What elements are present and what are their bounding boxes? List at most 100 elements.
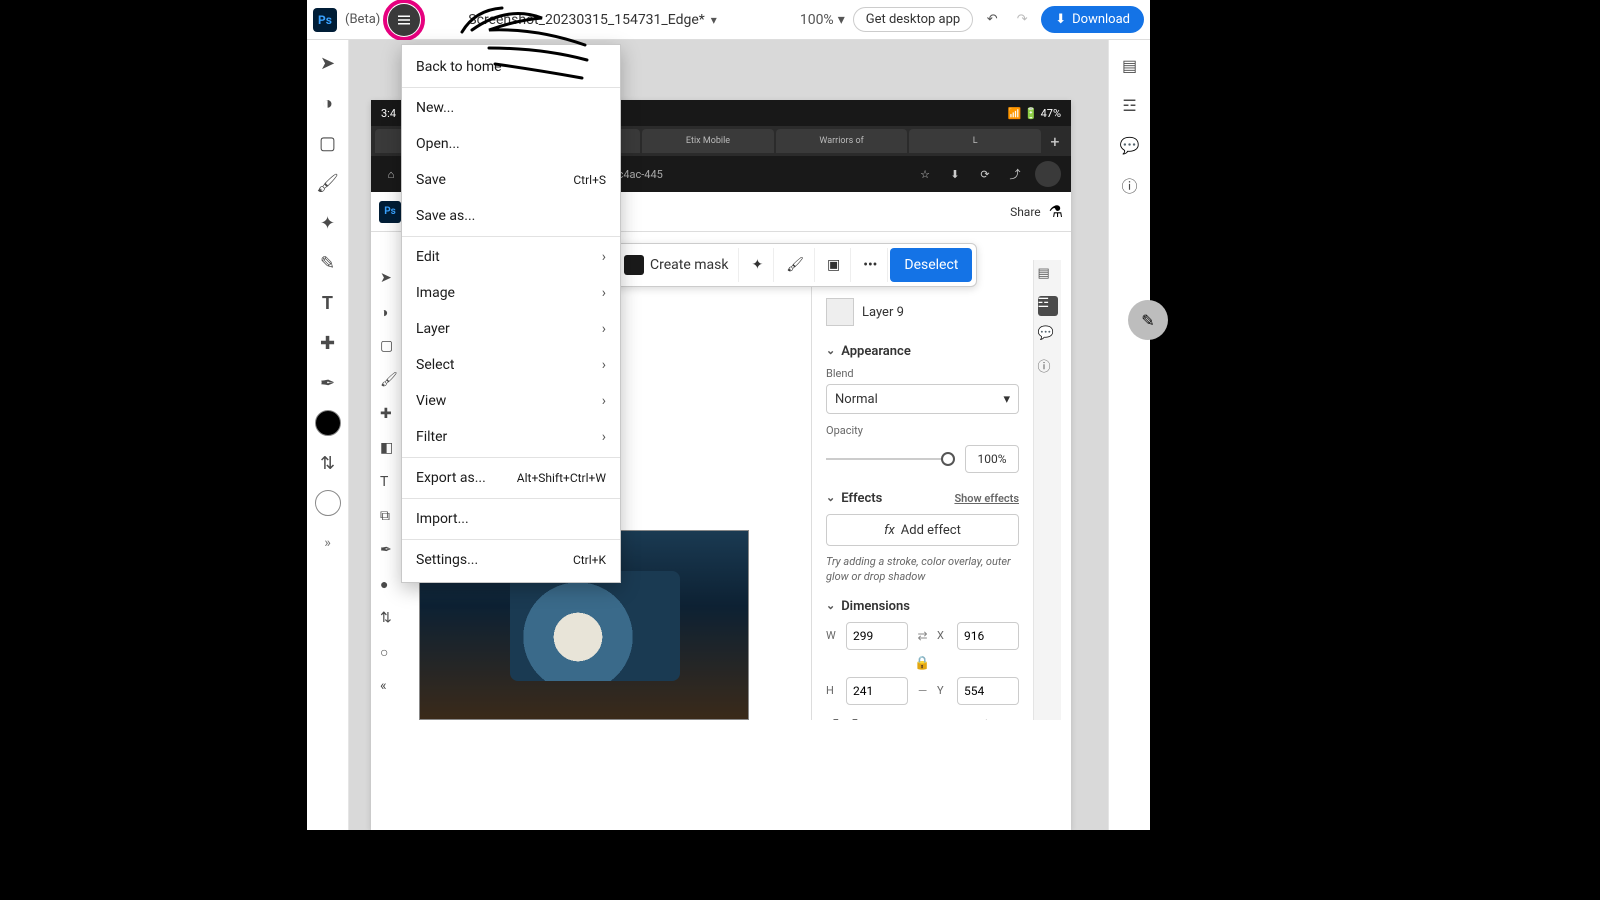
menu-select[interactable]: Select [402, 347, 620, 383]
nested-bg-swatch[interactable]: ○ [380, 644, 400, 664]
layers-panel-icon[interactable]: ▤ [1119, 54, 1141, 76]
width-input[interactable] [846, 622, 908, 650]
layers-icon[interactable]: ▤ [1038, 266, 1058, 286]
share-icon[interactable]: ⤴ [1005, 164, 1025, 184]
spot-heal-tool[interactable]: ✚ [315, 330, 341, 356]
browser-tab[interactable]: Etix Mobile [642, 129, 774, 153]
type-tool[interactable]: T [315, 290, 341, 316]
foreground-swatch[interactable] [315, 410, 341, 436]
header-bar: Ps (Beta) Screenshot_20230315_154731_Edg… [307, 0, 1150, 40]
menu-edit[interactable]: Edit [402, 239, 620, 275]
sel-more-button[interactable]: ••• [853, 248, 888, 282]
comments-icon[interactable]: 💬 [1038, 326, 1058, 346]
floating-edit-button[interactable]: ✎ [1128, 300, 1168, 340]
new-tab-button[interactable]: + [1043, 129, 1067, 153]
file-dropdown-menu: Back to home New... Open... SaveCtrl+S S… [401, 44, 621, 583]
comments-panel-icon[interactable]: 💬 [1119, 134, 1141, 156]
get-desktop-app-button[interactable]: Get desktop app [853, 7, 974, 32]
nested-collapse-button[interactable]: « [380, 678, 400, 698]
effects-section-header[interactable]: Effects Show effects [826, 491, 1019, 506]
pencil-tool[interactable]: ✎ [315, 250, 341, 276]
nested-swap-tool[interactable]: ⇅ [380, 610, 400, 630]
nested-crop-tool[interactable]: ⧉ [380, 508, 400, 528]
eyedropper-tool[interactable]: ✒ [315, 370, 341, 396]
lock-aspect-icon[interactable]: 🔒 [826, 656, 1019, 671]
share-button[interactable]: Share [1010, 205, 1041, 219]
create-mask-button[interactable]: Create mask [614, 248, 739, 282]
menu-save[interactable]: SaveCtrl+S [402, 162, 620, 198]
menu-new[interactable]: New... [402, 90, 620, 126]
flip-h-icon[interactable]: ⇋ [982, 715, 995, 720]
x-input[interactable] [957, 622, 1019, 650]
sel-action-image[interactable]: ▣ [817, 248, 851, 282]
home-icon[interactable]: ⌂ [381, 164, 401, 184]
swap-swatch-tool[interactable]: ⇅ [315, 450, 341, 476]
brush-tool[interactable]: 🖌 [315, 170, 341, 196]
hamburger-menu-button[interactable] [388, 4, 420, 36]
nested-heal-tool[interactable]: ✚ [380, 406, 400, 426]
menu-settings[interactable]: Settings...Ctrl+K [402, 542, 620, 578]
dimensions-section-header[interactable]: Dimensions [826, 599, 1019, 614]
menu-import[interactable]: Import... [402, 501, 620, 537]
reload-icon[interactable]: ⟳ [975, 164, 995, 184]
menu-open[interactable]: Open... [402, 126, 620, 162]
show-effects-link[interactable]: Show effects [954, 492, 1019, 505]
browser-tab[interactable]: Warriors of [776, 129, 908, 153]
info-icon[interactable]: ⓘ [1038, 356, 1058, 376]
nested-type-tool[interactable]: T [380, 474, 400, 494]
nested-fg-swatch[interactable]: ● [380, 576, 400, 596]
menu-export-as[interactable]: Export as...Alt+Shift+Ctrl+W [402, 460, 620, 496]
nested-move-tool[interactable]: ➤ [380, 270, 400, 290]
opacity-value-input[interactable]: 100% [965, 445, 1019, 473]
browser-tab[interactable]: L [909, 129, 1041, 153]
ai-sparkle-tool[interactable]: ✦ [315, 210, 341, 236]
sel-action-1[interactable]: ✦ [741, 248, 774, 282]
height-input[interactable] [846, 677, 908, 705]
redo-button[interactable]: ↷ [1011, 9, 1033, 31]
object-select-tool[interactable]: ◑ [315, 90, 341, 116]
nested-panel-rail: ▤ ☲ 💬 ⓘ [1033, 260, 1061, 720]
sel-action-brush[interactable]: 🖌 [776, 248, 815, 282]
zoom-dropdown[interactable]: 100%▾ [800, 12, 845, 28]
download-icon[interactable]: ⬇ [945, 164, 965, 184]
flip-v-icon[interactable]: ⧖ [1008, 715, 1019, 720]
menu-filter[interactable]: Filter [402, 419, 620, 455]
info-panel-icon[interactable]: ⓘ [1119, 174, 1141, 196]
beaker-icon[interactable]: ⚗ [1049, 202, 1063, 221]
background-swatch[interactable] [315, 490, 341, 516]
ps-logo: Ps [313, 8, 337, 32]
more-icon[interactable] [1035, 161, 1061, 187]
undo-button[interactable]: ↶ [981, 9, 1003, 31]
appearance-section-header[interactable]: Appearance [826, 344, 1019, 359]
menu-image[interactable]: Image [402, 275, 620, 311]
expand-toolbar-button[interactable]: » [315, 530, 341, 556]
nested-eraser-tool[interactable]: ◧ [380, 440, 400, 460]
star-icon[interactable]: ☆ [915, 164, 935, 184]
menu-save-as[interactable]: Save as... [402, 198, 620, 234]
ps-logo-mini: Ps [379, 201, 401, 223]
nested-select-tool[interactable]: ◑ [380, 304, 400, 324]
nested-eyedrop-tool[interactable]: ✒ [380, 542, 400, 562]
download-button[interactable]: ⬇ Download [1041, 6, 1144, 33]
document-title-dropdown[interactable]: Screenshot_20230315_154731_Edge* [468, 12, 717, 28]
deselect-button[interactable]: Deselect [890, 248, 972, 282]
menu-layer[interactable]: Layer [402, 311, 620, 347]
y-input[interactable] [957, 677, 1019, 705]
mask-icon [624, 255, 644, 275]
menu-back-to-home[interactable]: Back to home [402, 49, 620, 85]
nested-marquee-tool[interactable]: ▢ [380, 338, 400, 358]
nested-brush-tool[interactable]: 🖌 [380, 372, 400, 392]
effects-hint: Try adding a stroke, color overlay, oute… [826, 554, 1019, 585]
properties-icon[interactable]: ☲ [1038, 296, 1058, 316]
opacity-slider[interactable] [826, 458, 955, 460]
marquee-tool[interactable]: ▢ [315, 130, 341, 156]
menu-view[interactable]: View [402, 383, 620, 419]
link-wh-icon[interactable]: ⇄ [914, 629, 931, 643]
layer-thumbnail[interactable] [826, 298, 854, 326]
blend-mode-select[interactable]: Normal▾ [826, 384, 1019, 414]
adjustments-panel-icon[interactable]: ☲ [1119, 94, 1141, 116]
move-tool[interactable]: ➤ [315, 50, 341, 76]
rotate-ccw-icon[interactable]: ↺ [826, 715, 839, 720]
add-effect-button[interactable]: fxAdd effect [826, 514, 1019, 546]
rotate-cw-icon[interactable]: ↻ [851, 715, 864, 720]
